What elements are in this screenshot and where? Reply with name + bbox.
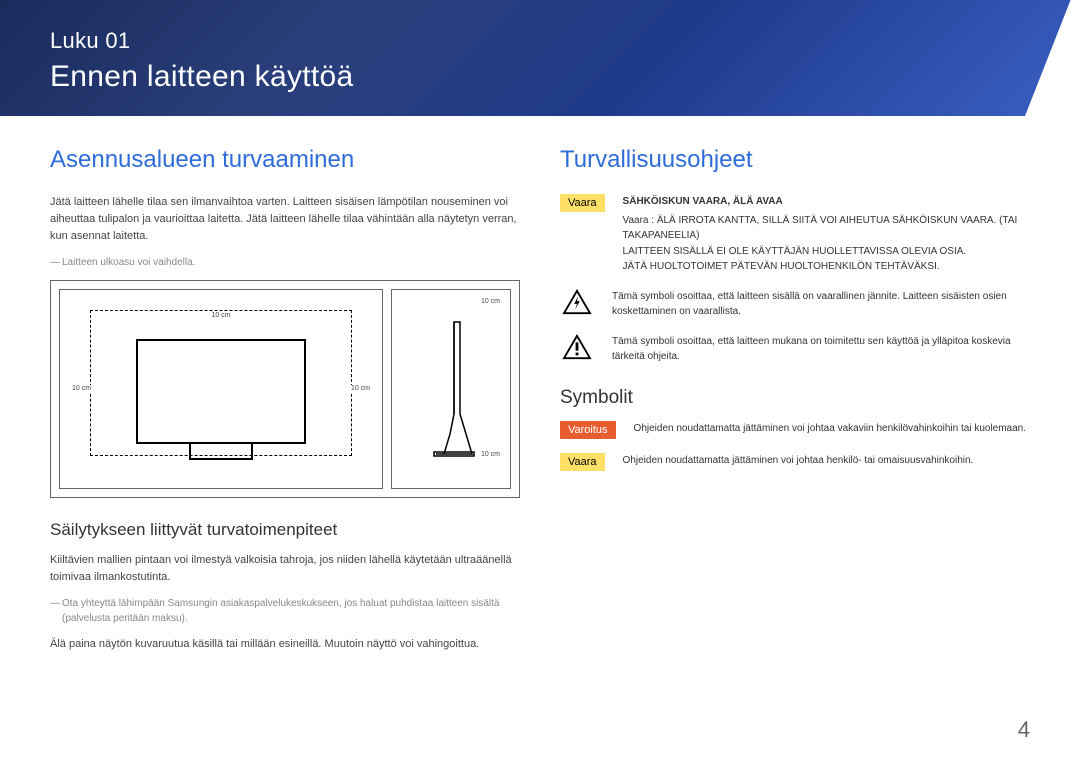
symbol-row-voltage: Tämä symboli osoittaa, että laitteen sis…	[560, 289, 1030, 320]
section-heading-safety: Turvallisuusohjeet	[560, 146, 1030, 174]
clearance-diagram: 10 cm 10 cm 10 cm 10 cm 10 cm	[50, 280, 520, 498]
chapter-title: Ennen laitteen käyttöä	[50, 60, 1030, 94]
screen-press-warning: Älä paina näytön kuvaruutua käsillä tai …	[50, 636, 520, 653]
warning-text: Ohjeiden noudattamatta jättäminen voi jo…	[634, 421, 1030, 437]
install-intro: Jätä laitteen lähelle tilaa sen ilmanvai…	[50, 194, 520, 245]
exclamation-icon	[560, 334, 594, 360]
danger-bold: SÄHKÖISKUN VAARA, ÄLÄ AVAA	[623, 194, 1030, 210]
right-column: Turvallisuusohjeet Vaara SÄHKÖISKUN VAAR…	[560, 146, 1030, 663]
danger-badge: Vaara	[560, 194, 605, 212]
left-column: Asennusalueen turvaaminen Jätä laitteen …	[50, 146, 520, 663]
voltage-text: Tämä symboli osoittaa, että laitteen sis…	[612, 289, 1030, 320]
dim-top2: 10 cm	[479, 298, 502, 305]
danger2-badge: Vaara	[560, 453, 605, 471]
chapter-label: Luku 01	[50, 28, 1030, 54]
chapter-header: Luku 01 Ennen laitteen käyttöä	[0, 0, 1080, 116]
monitor-side-icon	[416, 304, 486, 474]
dim-right: 10 cm	[349, 385, 372, 392]
info-text: Tämä symboli osoittaa, että laitteen muk…	[612, 334, 1030, 365]
voltage-icon	[560, 289, 594, 315]
symbol-row-info: Tämä symboli osoittaa, että laitteen muk…	[560, 334, 1030, 365]
danger2-text: Ohjeiden noudattamatta jättäminen voi jo…	[623, 453, 1030, 469]
warning-row: Varoitus Ohjeiden noudattamatta jättämin…	[560, 421, 1030, 439]
monitor-front-icon	[136, 339, 306, 444]
dim-top: 10 cm	[209, 312, 232, 319]
section-heading-install: Asennusalueen turvaaminen	[50, 146, 520, 174]
diagram-front-panel: 10 cm 10 cm 10 cm	[59, 289, 383, 489]
danger-line1: Vaara : ÄLÄ IRROTA KANTTA, SILLÄ SIITÄ V…	[623, 215, 1018, 242]
dim-left: 10 cm	[70, 385, 93, 392]
danger-line2: LAITTEEN SISÄLLÄ EI OLE KÄYTTÄJÄN HUOLLE…	[623, 246, 967, 257]
symbols-subheading: Symbolit	[560, 387, 1030, 409]
sub-heading-storage: Säilytykseen liittyvät turvatoimenpiteet	[50, 520, 520, 540]
page-content: Asennusalueen turvaaminen Jätä laitteen …	[0, 116, 1080, 673]
danger2-row: Vaara Ohjeiden noudattamatta jättäminen …	[560, 453, 1030, 471]
diagram-side-panel: 10 cm 10 cm	[391, 289, 511, 489]
danger-text: SÄHKÖISKUN VAARA, ÄLÄ AVAA Vaara : ÄLÄ I…	[623, 194, 1030, 275]
danger-line3: JÄTÄ HUOLTOTOIMET PÄTEVÄN HUOLTOHENKILÖN…	[623, 261, 940, 272]
dim-bottom2: 10 cm	[479, 451, 502, 458]
install-note-appearance: Laitteen ulkoasu voi vaihdella.	[50, 255, 520, 270]
page-number: 4	[1018, 717, 1030, 743]
warning-badge: Varoitus	[560, 421, 616, 439]
storage-text: Kiiltävien mallien pintaan voi ilmestyä …	[50, 552, 520, 586]
danger-block: Vaara SÄHKÖISKUN VAARA, ÄLÄ AVAA Vaara :…	[560, 194, 1030, 275]
storage-note-service: Ota yhteyttä lähimpään Samsungin asiakas…	[50, 596, 520, 626]
